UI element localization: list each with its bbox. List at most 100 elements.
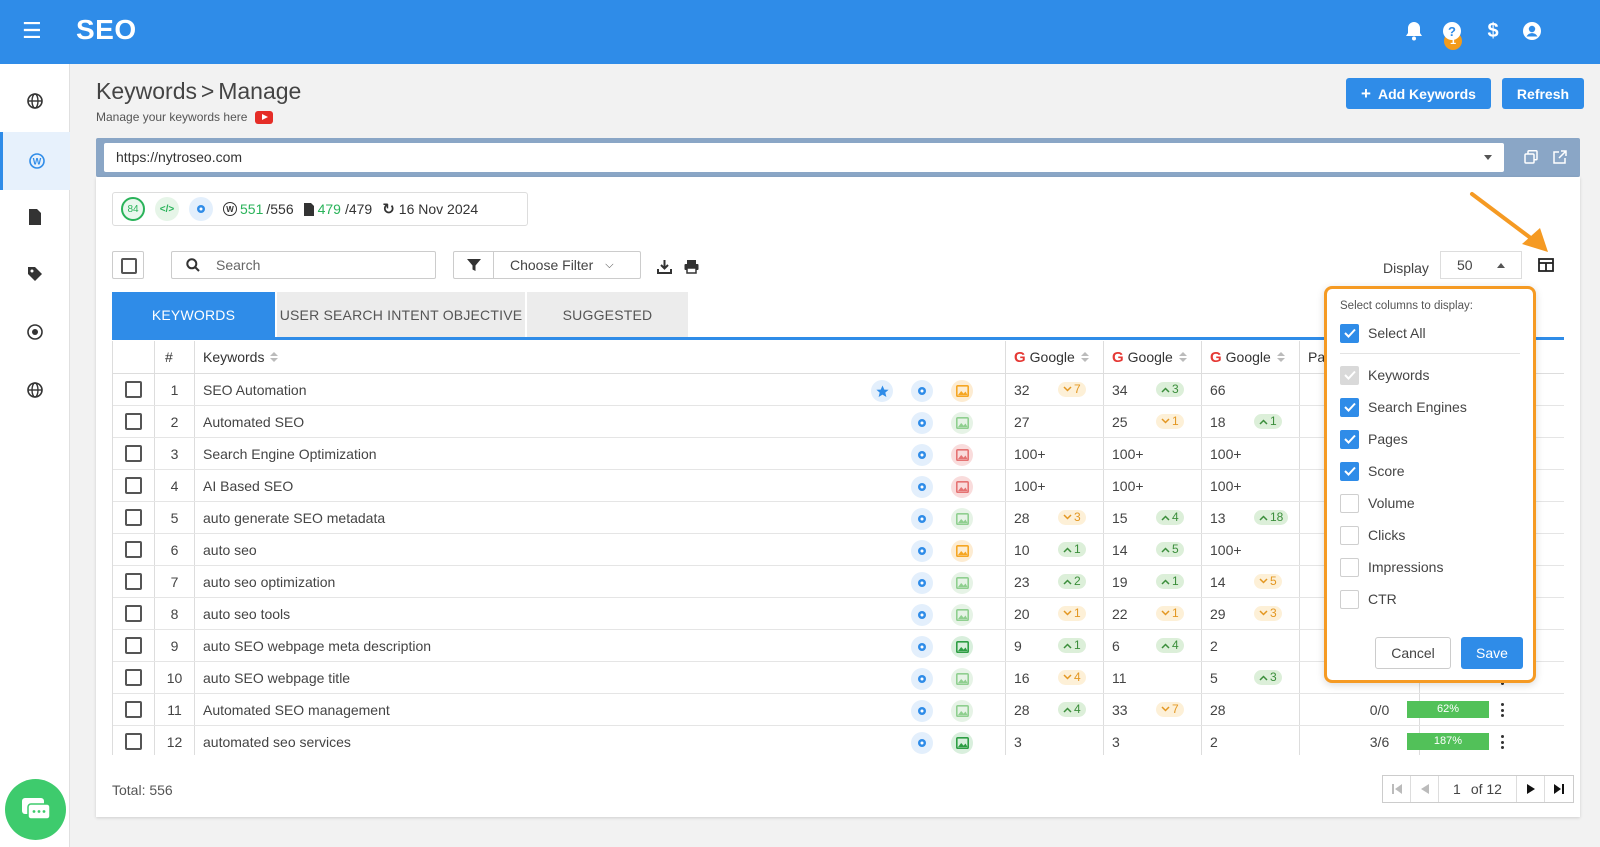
copy-icon[interactable] bbox=[1522, 148, 1540, 166]
add-keywords-button[interactable]: + Add Keywords bbox=[1346, 78, 1491, 109]
row-checkbox[interactable] bbox=[125, 413, 142, 430]
current-page-input[interactable]: 1 bbox=[1453, 781, 1461, 797]
sidebar-item-sites[interactable] bbox=[0, 72, 70, 130]
keyword-text[interactable]: auto SEO webpage title bbox=[203, 670, 350, 686]
sidebar-item-pages[interactable] bbox=[0, 188, 70, 246]
row-checkbox[interactable] bbox=[125, 509, 142, 526]
print-icon[interactable] bbox=[683, 258, 699, 274]
robot-icon[interactable] bbox=[911, 636, 933, 658]
column-option-search-engines[interactable]: Search Engines bbox=[1340, 396, 1467, 418]
robot-icon[interactable] bbox=[911, 604, 933, 626]
row-checkbox[interactable] bbox=[125, 605, 142, 622]
prev-page-icon[interactable] bbox=[1411, 776, 1439, 802]
download-icon[interactable] bbox=[656, 258, 672, 274]
next-page-icon[interactable] bbox=[1517, 776, 1545, 802]
row-checkbox[interactable] bbox=[125, 381, 142, 398]
annotation-arrow bbox=[1470, 192, 1548, 252]
image-icon[interactable] bbox=[951, 572, 973, 594]
search-input[interactable]: Search bbox=[171, 251, 436, 279]
row-checkbox[interactable] bbox=[125, 445, 142, 462]
sidebar-item-web[interactable] bbox=[0, 361, 70, 419]
keyword-text[interactable]: automated seo services bbox=[203, 734, 351, 750]
keyword-text[interactable]: auto seo bbox=[203, 542, 257, 558]
robot-icon[interactable] bbox=[911, 508, 933, 530]
image-icon[interactable] bbox=[951, 412, 973, 434]
sidebar-item-monitor[interactable] bbox=[0, 303, 70, 361]
keyword-text[interactable]: AI Based SEO bbox=[203, 478, 293, 494]
hamburger-menu-icon[interactable]: ☰ bbox=[22, 20, 42, 42]
tab-user-search-intent[interactable]: USER SEARCH INTENT OBJECTIVE bbox=[277, 292, 525, 338]
site-url-select[interactable]: https://nytroseo.com bbox=[104, 143, 1504, 172]
column-option-score[interactable]: Score bbox=[1340, 460, 1405, 482]
robot-icon[interactable] bbox=[911, 380, 933, 402]
row-checkbox[interactable] bbox=[125, 733, 142, 750]
keyword-text[interactable]: Automated SEO management bbox=[203, 702, 390, 718]
robot-icon[interactable] bbox=[911, 476, 933, 498]
robot-icon[interactable] bbox=[911, 700, 933, 722]
account-icon[interactable] bbox=[1521, 20, 1543, 42]
last-page-icon[interactable] bbox=[1545, 776, 1573, 802]
youtube-icon[interactable] bbox=[255, 110, 274, 124]
row-checkbox[interactable] bbox=[125, 637, 142, 654]
table-row[interactable]: 11 Automated SEO management 28 4 33 7 28 0/0 62% bbox=[113, 694, 1564, 726]
cancel-button[interactable]: Cancel bbox=[1375, 637, 1451, 669]
refresh-button[interactable]: Refresh bbox=[1502, 78, 1584, 109]
filter-dropdown[interactable]: Choose Filter ⌵ bbox=[453, 251, 641, 279]
first-page-icon[interactable] bbox=[1383, 776, 1411, 802]
sidebar-item-tags[interactable] bbox=[0, 245, 70, 303]
row-menu-icon[interactable] bbox=[1500, 703, 1504, 717]
keyword-text[interactable]: SEO Automation bbox=[203, 382, 307, 398]
col-google-3[interactable]: G Google bbox=[1202, 341, 1300, 373]
column-option-clicks[interactable]: Clicks bbox=[1340, 524, 1405, 546]
robot-icon[interactable] bbox=[911, 572, 933, 594]
column-option-volume[interactable]: Volume bbox=[1340, 492, 1415, 514]
tab-suggested[interactable]: SUGGESTED bbox=[527, 292, 688, 338]
robot-icon[interactable] bbox=[911, 444, 933, 466]
image-icon[interactable] bbox=[951, 700, 973, 722]
dollar-icon[interactable]: $ bbox=[1482, 20, 1504, 42]
save-button[interactable]: Save bbox=[1461, 637, 1523, 669]
image-icon[interactable] bbox=[951, 444, 973, 466]
column-option-ctr[interactable]: CTR bbox=[1340, 588, 1397, 610]
row-menu-icon[interactable] bbox=[1500, 735, 1504, 749]
row-checkbox[interactable] bbox=[125, 701, 142, 718]
keyword-text[interactable]: auto seo tools bbox=[203, 606, 290, 622]
select-all-columns-checkbox[interactable]: Select All bbox=[1340, 322, 1426, 344]
row-checkbox[interactable] bbox=[125, 541, 142, 558]
keyword-text[interactable]: auto generate SEO metadata bbox=[203, 510, 385, 526]
row-checkbox[interactable] bbox=[125, 573, 142, 590]
image-icon[interactable] bbox=[951, 604, 973, 626]
image-icon[interactable] bbox=[951, 540, 973, 562]
help-icon[interactable]: ? bbox=[1441, 20, 1463, 42]
tab-keywords[interactable]: KEYWORDS bbox=[112, 292, 275, 338]
chat-button[interactable] bbox=[5, 779, 66, 840]
bell-icon[interactable] bbox=[1403, 20, 1425, 42]
keyword-text[interactable]: auto SEO webpage meta description bbox=[203, 638, 431, 654]
sidebar-item-keywords[interactable]: W bbox=[0, 132, 70, 190]
select-all-checkbox[interactable] bbox=[112, 251, 144, 279]
column-option-impressions[interactable]: Impressions bbox=[1340, 556, 1443, 578]
keyword-text[interactable]: Automated SEO bbox=[203, 414, 304, 430]
col-google-1[interactable]: G Google bbox=[1006, 341, 1104, 373]
columns-toggle-icon[interactable] bbox=[1538, 258, 1554, 272]
image-icon[interactable] bbox=[951, 476, 973, 498]
robot-icon[interactable] bbox=[911, 732, 933, 754]
col-google-2[interactable]: G Google bbox=[1104, 341, 1202, 373]
row-checkbox[interactable] bbox=[125, 477, 142, 494]
image-icon[interactable] bbox=[951, 668, 973, 690]
image-icon[interactable] bbox=[951, 508, 973, 530]
keyword-text[interactable]: auto seo optimization bbox=[203, 574, 335, 590]
table-row[interactable]: 12 automated seo services 3 3 2 3/6 187% bbox=[113, 726, 1564, 755]
image-icon[interactable] bbox=[951, 380, 973, 402]
row-checkbox[interactable] bbox=[125, 669, 142, 686]
external-link-icon[interactable] bbox=[1551, 148, 1569, 166]
keyword-text[interactable]: Search Engine Optimization bbox=[203, 446, 377, 462]
robot-icon[interactable] bbox=[911, 668, 933, 690]
star-icon[interactable] bbox=[871, 380, 893, 402]
image-icon[interactable] bbox=[951, 636, 973, 658]
column-option-pages[interactable]: Pages bbox=[1340, 428, 1408, 450]
image-icon[interactable] bbox=[951, 732, 973, 754]
robot-icon[interactable] bbox=[911, 412, 933, 434]
robot-icon[interactable] bbox=[911, 540, 933, 562]
col-keywords[interactable]: Keywords bbox=[195, 341, 1006, 373]
